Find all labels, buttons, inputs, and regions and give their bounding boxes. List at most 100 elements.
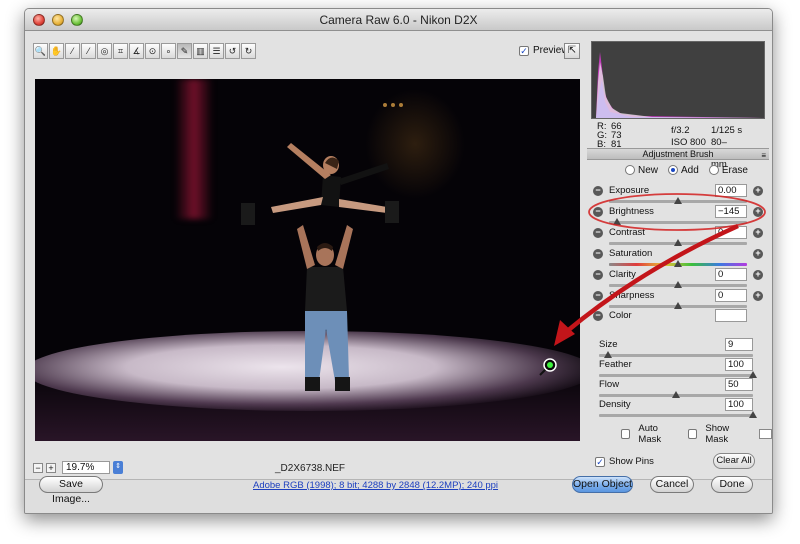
- spot-removal-tool[interactable]: ⊙: [145, 43, 160, 59]
- zoom-tool[interactable]: 🔍: [33, 43, 48, 59]
- exposure-row: − Exposure 0.00 +: [591, 184, 771, 206]
- clarity-minus-button[interactable]: −: [593, 270, 603, 280]
- preview-toggle[interactable]: ✓ Preview: [519, 45, 569, 56]
- sharpness-minus-button[interactable]: −: [593, 291, 603, 301]
- mode-label: Add: [681, 165, 699, 176]
- color-minus-button[interactable]: −: [593, 311, 603, 321]
- male-skater: [297, 225, 353, 391]
- color-sampler-tool[interactable]: ⁄: [81, 43, 96, 59]
- brightness-row: − Brightness −145 +: [591, 205, 771, 227]
- size-slider-track[interactable]: [599, 354, 753, 357]
- rotate-left-tool[interactable]: ↺: [225, 43, 240, 59]
- mode-radio[interactable]: [708, 165, 719, 176]
- straighten-tool[interactable]: ∡: [129, 43, 144, 59]
- brightness-plus-button[interactable]: +: [753, 207, 763, 217]
- mode-add[interactable]: Add: [668, 165, 699, 176]
- title-bar: Camera Raw 6.0 - Nikon D2X: [25, 9, 772, 31]
- female-skater: [241, 143, 399, 225]
- exposure-label: Exposure: [609, 185, 650, 196]
- contrast-value-field[interactable]: 0: [715, 226, 747, 239]
- image-preview[interactable]: [35, 79, 580, 441]
- clarity-value-field[interactable]: 0: [715, 268, 747, 281]
- sharpness-value-field[interactable]: 0: [715, 289, 747, 302]
- done-button[interactable]: Done: [711, 476, 753, 493]
- hand-tool[interactable]: ✋: [49, 43, 64, 59]
- panel-header: Adjustment Brush ≡: [587, 148, 769, 160]
- density-value-field[interactable]: 100: [725, 398, 753, 411]
- aperture-readout: f/3.2: [671, 125, 690, 136]
- exposure-value-field[interactable]: 0.00: [715, 184, 747, 197]
- brightness-slider-thumb[interactable]: [613, 218, 622, 225]
- mode-radio[interactable]: [668, 165, 679, 176]
- contrast-minus-button[interactable]: −: [593, 228, 603, 238]
- brightness-value-field[interactable]: −145: [715, 205, 747, 218]
- sharpness-slider-thumb[interactable]: [674, 302, 682, 309]
- show-pins-label: Show Pins: [609, 456, 654, 467]
- contrast-row: − Contrast 0 +: [591, 226, 771, 248]
- color-swatch[interactable]: [715, 309, 747, 322]
- brightness-minus-button[interactable]: −: [593, 207, 603, 217]
- red-eye-tool[interactable]: ∘: [161, 43, 176, 59]
- zoom-dropdown-arrow-icon[interactable]: ⇕: [113, 461, 123, 474]
- contrast-label: Contrast: [609, 227, 645, 238]
- size-row: Size 9: [593, 338, 772, 359]
- show-mask-label: Show Mask: [705, 423, 730, 445]
- histogram: [591, 41, 765, 119]
- mode-radio[interactable]: [625, 165, 635, 176]
- background-lights: [383, 103, 403, 107]
- flow-label: Flow: [599, 379, 620, 390]
- feather-slider-track[interactable]: [599, 374, 753, 377]
- graduated-filter-tool[interactable]: ▥: [193, 43, 208, 59]
- rotate-right-tool[interactable]: ↻: [241, 43, 256, 59]
- density-slider-thumb[interactable]: [749, 411, 757, 418]
- zoom-in-button[interactable]: +: [46, 462, 56, 473]
- mode-erase[interactable]: Erase: [708, 165, 748, 176]
- adjustment-brush-tool[interactable]: ✎: [177, 43, 192, 59]
- size-slider-thumb[interactable]: [604, 351, 613, 358]
- show-mask-checkbox[interactable]: [687, 429, 698, 439]
- zoom-level-field[interactable]: 19.7%: [62, 461, 110, 474]
- open-object-button[interactable]: Open Object: [572, 476, 633, 493]
- mode-new[interactable]: New: [625, 165, 658, 176]
- preview-checkbox[interactable]: ✓: [519, 45, 529, 56]
- zoom-out-button[interactable]: −: [33, 462, 43, 473]
- brightness-slider-track[interactable]: [609, 221, 747, 224]
- sharpness-plus-button[interactable]: +: [753, 291, 763, 301]
- white-balance-tool[interactable]: ⁄: [65, 43, 80, 59]
- clarity-plus-button[interactable]: +: [753, 270, 763, 280]
- cancel-button[interactable]: Cancel: [650, 476, 694, 493]
- size-value-field[interactable]: 9: [725, 338, 753, 351]
- clear-all-button[interactable]: Clear All: [713, 453, 755, 469]
- flow-value-field[interactable]: 50: [725, 378, 753, 391]
- workflow-options-link[interactable]: Adobe RGB (1998); 8 bit; 4288 by 2848 (1…: [253, 480, 498, 491]
- feather-value-field[interactable]: 100: [725, 358, 753, 371]
- fullscreen-button[interactable]: ⇱: [564, 43, 580, 59]
- save-image-button[interactable]: Save Image...: [39, 476, 103, 505]
- saturation-minus-button[interactable]: −: [593, 249, 603, 259]
- feather-slider-thumb[interactable]: [749, 371, 757, 378]
- brush-pin[interactable]: [539, 358, 557, 376]
- show-pins-checkbox[interactable]: ✓: [595, 456, 605, 467]
- crop-tool[interactable]: ⌗: [113, 43, 128, 59]
- density-slider-track[interactable]: [599, 414, 753, 417]
- skaters-illustration: [241, 103, 557, 391]
- contrast-plus-button[interactable]: +: [753, 228, 763, 238]
- camera-raw-window: Camera Raw 6.0 - Nikon D2X 🔍 ✋ ⁄ ⁄ ◎ ⌗ ∡ ⊙ ∘ ✎ ▥ ☰ ↺…: [24, 8, 773, 514]
- tool-bar: 🔍 ✋ ⁄ ⁄ ◎ ⌗ ∡ ⊙ ∘ ✎ ▥ ☰ ↺ ↻: [33, 43, 256, 61]
- panel-menu-icon[interactable]: ≡: [761, 150, 766, 161]
- clarity-slider-thumb[interactable]: [674, 281, 682, 288]
- exposure-slider-thumb[interactable]: [674, 197, 682, 204]
- clarity-row: − Clarity 0 +: [591, 268, 771, 290]
- contrast-slider-thumb[interactable]: [674, 239, 682, 246]
- exposure-minus-button[interactable]: −: [593, 186, 603, 196]
- preferences-tool[interactable]: ☰: [209, 43, 224, 59]
- flow-slider-thumb[interactable]: [672, 391, 680, 398]
- auto-mask-checkbox[interactable]: [621, 429, 631, 439]
- targeted-adjustment-tool[interactable]: ◎: [97, 43, 112, 59]
- saturation-slider-thumb[interactable]: [674, 260, 682, 267]
- fullscreen-icon: ⇱: [567, 45, 577, 56]
- exposure-plus-button[interactable]: +: [753, 186, 763, 196]
- saturation-plus-button[interactable]: +: [753, 249, 763, 259]
- sharpness-row: − Sharpness 0 +: [591, 289, 771, 311]
- mask-color-swatch[interactable]: [758, 429, 772, 439]
